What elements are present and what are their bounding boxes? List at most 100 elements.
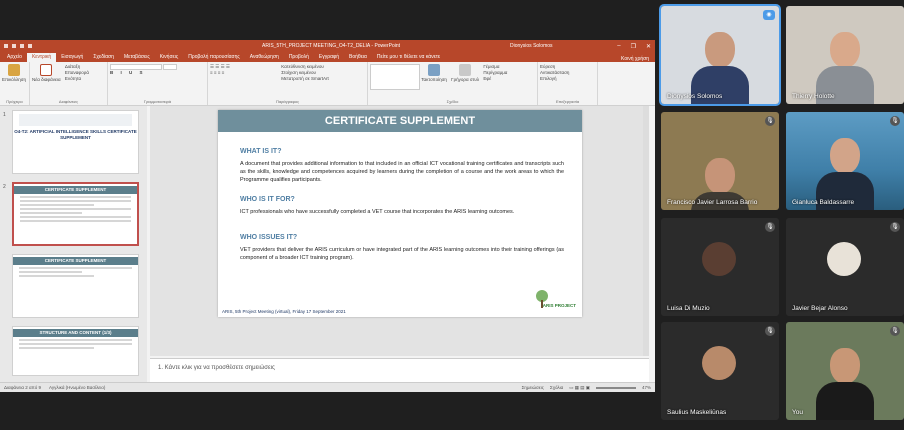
ribbon: Επικόλληση Πρόχειρο Νέα διαφάνεια Διάταξ… bbox=[0, 62, 655, 106]
participant-tile-self[interactable]: 🎙 You bbox=[786, 322, 904, 420]
quick-access-toolbar[interactable] bbox=[4, 44, 32, 48]
participant-tile-5[interactable]: 🎙 Luisa Di Muzio bbox=[661, 218, 779, 316]
participant-name: Thierry Holotte bbox=[792, 93, 835, 100]
aris-logo: ARIS PROJECT bbox=[532, 288, 578, 314]
restore-icon[interactable]: ❐ bbox=[631, 43, 636, 50]
view-buttons[interactable]: ▭ ▦ ▤ ▣ bbox=[569, 385, 590, 391]
comments-toggle[interactable]: Σχόλια bbox=[550, 385, 563, 390]
group-label-clipboard: Πρόχειρο bbox=[6, 99, 23, 104]
minimize-icon[interactable]: – bbox=[617, 43, 620, 50]
slide-thumbnails-pane[interactable]: 1 O4-T2: ARTIFICIAL INTELLIGENCE SKILLS … bbox=[0, 106, 147, 382]
participant-tile-7[interactable]: 🎙 Saulius Maskeliūnas bbox=[661, 322, 779, 420]
arrange-label: Τακτοποίηση bbox=[421, 77, 447, 82]
avatar bbox=[702, 242, 736, 276]
window-controls: – ❐ ✕ bbox=[617, 43, 651, 50]
slide-title: CERTIFICATE SUPPLEMENT bbox=[218, 110, 582, 132]
status-bar: Διαφάνεια 2 από 9 Αγγλικά (Ηνωμένο Βασίλ… bbox=[0, 382, 655, 392]
mic-muted-icon: 🎙 bbox=[890, 116, 900, 126]
avatar bbox=[827, 242, 861, 276]
avatar bbox=[702, 346, 736, 380]
participant-name: Luisa Di Muzio bbox=[667, 305, 710, 312]
video-feed bbox=[786, 322, 904, 420]
arrange-icon bbox=[428, 64, 441, 76]
share-button[interactable]: Κοινή χρήση bbox=[621, 56, 655, 62]
participant-name: Javier Bejar Alonso bbox=[792, 305, 848, 312]
paste-button[interactable]: Επικόλληση bbox=[2, 64, 26, 82]
language-indicator[interactable]: Αγγλικά (Ηνωμένο Βασίλειο) bbox=[49, 385, 105, 390]
slide-thumbnail-4[interactable]: STRUCTURE AND CONTENT (1/3) bbox=[12, 326, 139, 376]
participant-tile-6[interactable]: 🎙 Javier Bejar Alonso bbox=[786, 218, 904, 316]
tab-design[interactable]: Σχεδίαση bbox=[88, 53, 119, 62]
participant-name: Dionysios Solomos bbox=[667, 93, 723, 100]
close-icon[interactable]: ✕ bbox=[646, 43, 651, 50]
slide-thumbnail-2[interactable]: CERTIFICATE SUPPLEMENT bbox=[12, 182, 139, 246]
slide-thumbnail-3[interactable]: CERTIFICATE SUPPLEMENT bbox=[12, 254, 139, 318]
shapes-gallery[interactable] bbox=[370, 64, 420, 90]
video-feed bbox=[661, 112, 779, 210]
quick-styles-icon bbox=[459, 64, 472, 76]
video-feed bbox=[786, 112, 904, 210]
thumb-title: CERTIFICATE SUPPLEMENT bbox=[14, 186, 137, 194]
new-slide-button[interactable]: Νέα διαφάνεια bbox=[32, 64, 61, 82]
participant-tile-4[interactable]: 🎙 Gianluca Baldassarre bbox=[786, 112, 904, 210]
thumb-title: O4-T2: ARTIFICIAL INTELLIGENCE SKILLS CE… bbox=[14, 129, 137, 140]
group-font: B I U S Γραμματοσειρά bbox=[108, 62, 208, 105]
new-slide-icon bbox=[40, 64, 53, 76]
slide-thumbnail-1[interactable]: O4-T2: ARTIFICIAL INTELLIGENCE SKILLS CE… bbox=[12, 110, 139, 174]
tab-view[interactable]: Προβολή bbox=[284, 53, 314, 62]
participant-tile-1[interactable]: ◉ Dionysios Solomos bbox=[659, 4, 781, 106]
group-slides: Νέα διαφάνεια Διάταξη Επαναφορά Ενότητα … bbox=[30, 62, 108, 105]
zoom-slider[interactable] bbox=[595, 386, 636, 389]
current-slide[interactable]: CERTIFICATE SUPPLEMENT WHAT IS IT? A doc… bbox=[218, 110, 582, 317]
group-clipboard: Επικόλληση Πρόχειρο bbox=[0, 62, 30, 105]
participant-tile-2[interactable]: Thierry Holotte bbox=[786, 6, 904, 104]
font-format-buttons[interactable]: B I U S bbox=[110, 70, 205, 76]
arrange-button[interactable]: Τακτοποίηση bbox=[421, 64, 447, 82]
notes-pane[interactable]: 1. Κάντε κλικ για να προσθέσετε σημειώσε… bbox=[150, 358, 649, 382]
convert-smartart-button[interactable]: Μετατροπή σε SmartArt bbox=[281, 76, 329, 82]
person-figure bbox=[816, 342, 874, 420]
tree-icon bbox=[536, 290, 548, 308]
group-label-drawing: Σχέδιο bbox=[446, 99, 459, 104]
new-slide-label: Νέα διαφάνεια bbox=[32, 77, 61, 82]
tab-home[interactable]: Κεντρική bbox=[26, 53, 57, 62]
paragraph-what: A document that provides additional info… bbox=[240, 161, 564, 183]
group-paragraph: ☰ ☰ ☰ ☰ ≡ ≡ ≡ ≡ Κατεύθυνση κειμένου Στοί… bbox=[208, 62, 368, 105]
tab-animations[interactable]: Κινήσεις bbox=[155, 53, 184, 62]
quick-styles-button[interactable]: Γρήγορα στυλ bbox=[451, 64, 479, 82]
tab-insert[interactable]: Εισαγωγή bbox=[56, 53, 88, 62]
tab-slideshow[interactable]: Προβολή παρουσίασης bbox=[183, 53, 244, 62]
mic-muted-icon: 🎙 bbox=[890, 222, 900, 232]
tab-review[interactable]: Αναθεώρηση bbox=[245, 53, 284, 62]
shape-effects-button[interactable]: Εφέ bbox=[483, 76, 507, 82]
tab-transitions[interactable]: Μεταβάσεις bbox=[119, 53, 155, 62]
tab-file[interactable]: Αρχείο bbox=[2, 53, 27, 62]
user-name[interactable]: Dionysios Solomos bbox=[510, 43, 553, 49]
slide-counter: Διαφάνεια 2 από 9 bbox=[4, 385, 41, 390]
paragraph-who-for: ICT professionals who have successfully … bbox=[240, 209, 515, 215]
zoom-level[interactable]: 47% bbox=[642, 385, 651, 390]
font-size-select[interactable] bbox=[163, 64, 178, 70]
notes-toggle[interactable]: Σημειώσεις bbox=[522, 385, 544, 390]
title-bar: ARIS_5TH_PROJECT MEETING_O4-T2_DELIA - P… bbox=[0, 40, 655, 52]
group-drawing: Τακτοποίηση Γρήγορα στυλ Γέμισμα Περίγρα… bbox=[368, 62, 538, 105]
mic-muted-icon: 🎙 bbox=[765, 326, 775, 336]
align-buttons[interactable]: ≡ ≡ ≡ ≡ bbox=[210, 70, 280, 76]
group-label-paragraph: Παράγραφος bbox=[275, 99, 300, 104]
thumb-number: 2 bbox=[3, 184, 6, 190]
mic-muted-icon: 🎙 bbox=[765, 222, 775, 232]
participant-name: You bbox=[792, 409, 803, 416]
participant-tile-3[interactable]: 🎙 Francisco Javier Larrosa Barrio bbox=[661, 112, 779, 210]
workspace: 1 O4-T2: ARTIFICIAL INTELLIGENCE SKILLS … bbox=[0, 106, 655, 382]
group-label-editing: Επεξεργασία bbox=[555, 99, 580, 104]
tab-record[interactable]: Εγγραφή bbox=[314, 53, 344, 62]
select-button[interactable]: Επιλογή bbox=[540, 76, 595, 82]
participant-name: Francisco Javier Larrosa Barrio bbox=[667, 199, 758, 206]
vertical-scrollbar[interactable] bbox=[643, 106, 649, 356]
participant-name: Gianluca Baldassarre bbox=[792, 199, 855, 206]
section-button[interactable]: Ενότητα bbox=[65, 76, 89, 82]
thumb-title: CERTIFICATE SUPPLEMENT bbox=[13, 257, 138, 265]
tab-help[interactable]: Βοήθεια bbox=[344, 53, 372, 62]
tell-me-search[interactable]: Πείτε μου τι θέλετε να κάνετε bbox=[372, 53, 445, 62]
video-feed bbox=[786, 6, 904, 104]
